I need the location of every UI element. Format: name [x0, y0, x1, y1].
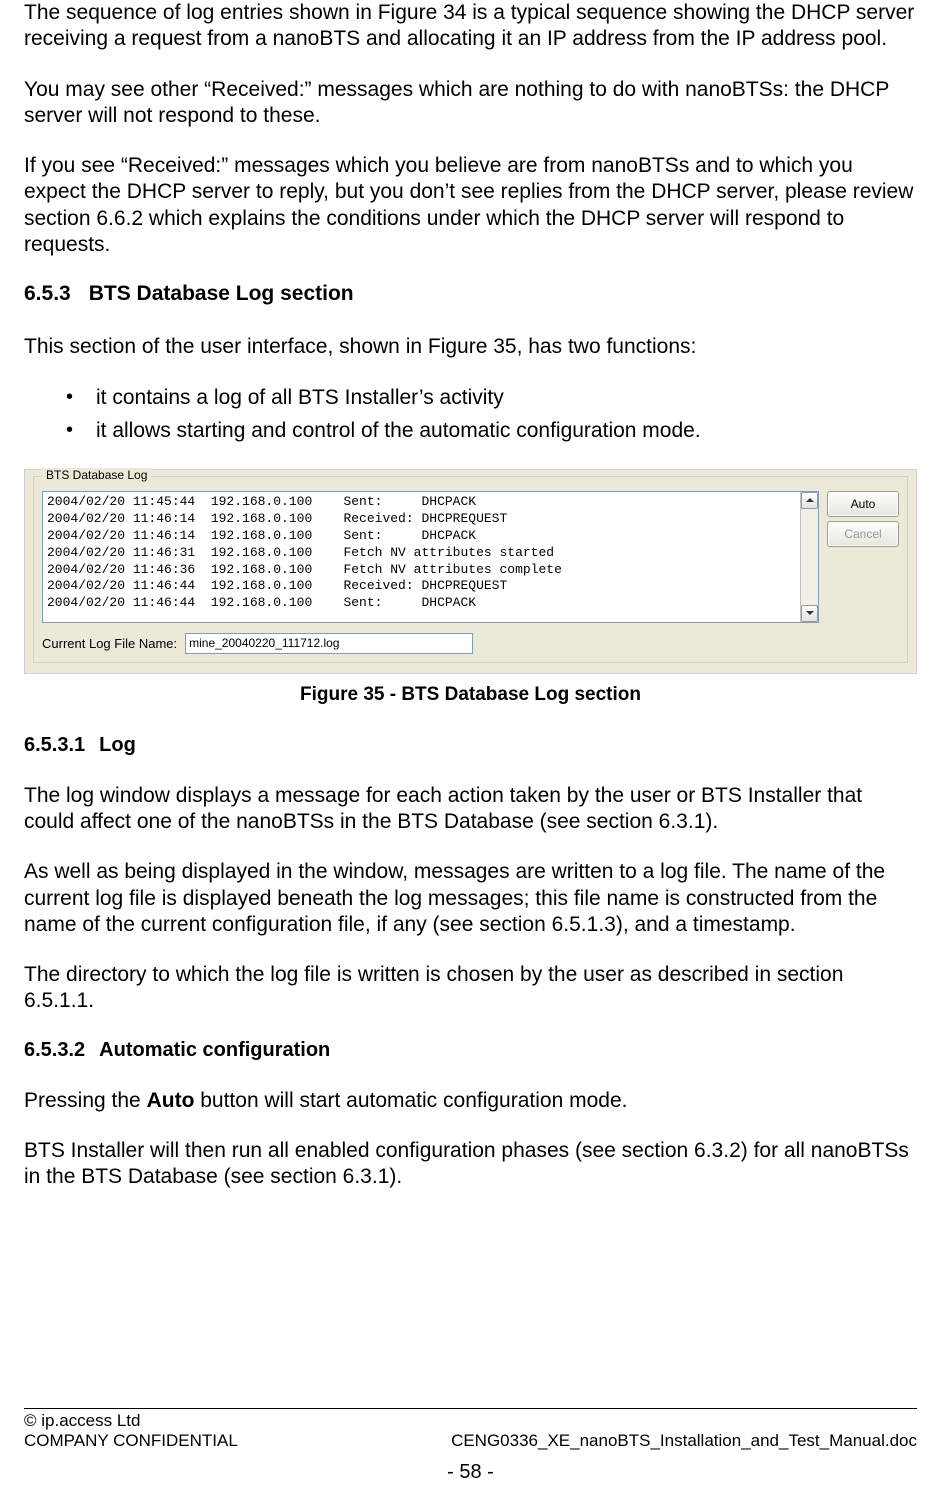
- heading-title: BTS Database Log section: [89, 282, 354, 305]
- heading-log: 6.5.3.1 Log: [24, 734, 917, 757]
- paragraph: The directory to which the log file is w…: [24, 962, 917, 1015]
- scrollbar-vertical[interactable]: [800, 492, 818, 622]
- heading-automatic-configuration: 6.5.3.2 Automatic configuration: [24, 1039, 917, 1062]
- paragraph: This section of the user interface, show…: [24, 334, 917, 360]
- heading-title: Automatic configuration: [99, 1039, 330, 1061]
- footer-left: COMPANY CONFIDENTIAL: [24, 1431, 238, 1451]
- chevron-down-icon: [806, 611, 814, 615]
- log-text-content: 2004/02/20 11:45:44 192.168.0.100 Sent: …: [43, 492, 800, 622]
- text-bold-auto: Auto: [147, 1089, 195, 1112]
- footer-rule: [24, 1408, 917, 1409]
- heading-bts-database-log-section: 6.5.3 BTS Database Log section: [24, 282, 917, 306]
- text-run: Pressing the: [24, 1089, 147, 1112]
- paragraph: The sequence of log entries shown in Fig…: [24, 0, 917, 53]
- auto-button[interactable]: Auto: [827, 491, 899, 517]
- figure-screenshot: BTS Database Log 2004/02/20 11:45:44 192…: [24, 469, 917, 674]
- paragraph: You may see other “Received:” messages w…: [24, 77, 917, 130]
- log-textarea[interactable]: 2004/02/20 11:45:44 192.168.0.100 Sent: …: [42, 491, 819, 623]
- scroll-down-button[interactable]: [801, 605, 818, 622]
- cancel-button: Cancel: [827, 521, 899, 547]
- scroll-up-button[interactable]: [801, 492, 818, 509]
- footer-right: CENG0336_XE_nanoBTS_Installation_and_Tes…: [451, 1431, 917, 1451]
- groupbox-bts-database-log: BTS Database Log 2004/02/20 11:45:44 192…: [33, 476, 908, 663]
- groupbox-label: BTS Database Log: [42, 468, 151, 482]
- logfile-label: Current Log File Name:: [42, 636, 177, 651]
- page-footer: © ip.access Ltd COMPANY CONFIDENTIAL CEN…: [24, 1408, 917, 1484]
- paragraph: Pressing the Auto button will start auto…: [24, 1088, 917, 1114]
- heading-number: 6.5.3: [24, 282, 71, 306]
- bullet-list: it contains a log of all BTS Installer’s…: [24, 384, 917, 445]
- paragraph: As well as being displayed in the window…: [24, 859, 917, 938]
- heading-number: 6.5.3.2: [24, 1039, 85, 1062]
- chevron-up-icon: [806, 498, 814, 502]
- list-item: it allows starting and control of the au…: [66, 417, 917, 445]
- heading-number: 6.5.3.1: [24, 734, 85, 757]
- figure-caption: Figure 35 - BTS Database Log section: [24, 684, 917, 706]
- text-run: button will start automatic configuratio…: [194, 1089, 627, 1112]
- heading-title: Log: [99, 734, 136, 756]
- scrollbar-track[interactable]: [801, 509, 818, 605]
- paragraph: If you see “Received:” messages which yo…: [24, 153, 917, 258]
- footer-page-number: - 58 -: [24, 1461, 917, 1484]
- paragraph: The log window displays a message for ea…: [24, 783, 917, 836]
- list-item: it contains a log of all BTS Installer’s…: [66, 384, 917, 412]
- paragraph: BTS Installer will then run all enabled …: [24, 1138, 917, 1191]
- logfile-name-field[interactable]: mine_20040220_111712.log: [185, 633, 473, 654]
- footer-copyright: © ip.access Ltd: [24, 1411, 917, 1431]
